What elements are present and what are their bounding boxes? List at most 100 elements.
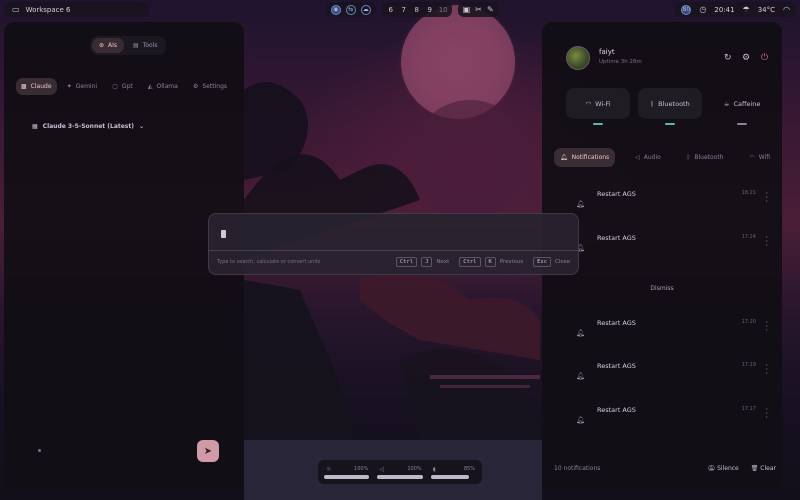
wifi-tab-icon: ◠	[749, 154, 755, 161]
settings-gear-icon[interactable]: ⚙	[742, 53, 750, 63]
brightness-bar[interactable]	[324, 475, 370, 479]
record-icon[interactable]: ▣	[463, 5, 471, 14]
brightness-slider[interactable]: ☼ 100%	[322, 463, 371, 481]
tab-ollama[interactable]: ◭ Ollama	[143, 78, 183, 95]
workspace-label: Workspace 6	[25, 5, 71, 14]
reload-icon[interactable]: ↻	[724, 53, 732, 63]
toggle-caffeine-indicator	[737, 123, 747, 125]
search-placeholder: Type to search, calculate or convert uni…	[217, 259, 321, 265]
trash-icon: 🗑︎	[750, 465, 759, 472]
speaker-icon: ◁	[635, 154, 640, 161]
monitor-icon: ▭	[12, 5, 20, 14]
key-k: K	[484, 257, 496, 267]
avatar	[566, 46, 590, 70]
notification-item[interactable]: 🔔︎ Restart AGS 17:17 · · ·	[570, 406, 770, 438]
mic-slider[interactable]: ◖ 85%	[429, 463, 478, 481]
top-bar: ▭ Workspace 6 ◉ ⇆ ☁ 6 7 8 9 10 ▣ ✂ ✎ 80 …	[0, 0, 800, 19]
tab-bluetooth[interactable]: ᛒ Bluetooth	[681, 148, 730, 167]
volume-slider[interactable]: ◁ 100%	[375, 463, 424, 481]
shortcut-close-label: Close	[555, 259, 570, 265]
brightness-value: 100%	[354, 466, 369, 472]
workspace-6[interactable]: 6	[387, 6, 395, 14]
toggle-wifi-indicator	[593, 123, 603, 125]
model-icon: ▦	[32, 123, 38, 130]
workspace-9[interactable]: 9	[426, 6, 434, 14]
dismiss-button[interactable]: Dismiss	[542, 285, 782, 292]
toggle-caffeine-label: Caffeine	[733, 99, 761, 108]
scissors-icon[interactable]: ✂	[475, 5, 482, 14]
quick-sliders: ☼ 100% ◁ 100% ◖ 85%	[318, 460, 482, 484]
overview-icon[interactable]: ◉	[330, 4, 341, 15]
search-shortcuts: Ctrl J Next Ctrl K Previous Esc Close	[395, 257, 570, 267]
silence-button[interactable]: 🔕︎ Silence	[708, 465, 739, 472]
tab-notifications-label: Notifications	[571, 154, 610, 161]
search-input[interactable]	[221, 230, 226, 238]
toggle-bluetooth[interactable]: ᛒ Bluetooth	[638, 88, 702, 125]
tab-ais[interactable]: ⊛ AIs	[92, 38, 125, 53]
tasks-icon[interactable]: ⇆	[345, 4, 356, 15]
bell-icon: 🔔︎	[576, 329, 585, 337]
notification-time: 17:24	[741, 234, 756, 240]
tab-settings[interactable]: ⚙ Settings	[188, 78, 232, 95]
notification-item[interactable]: 🔔︎ Restart AGS 18:21 · · ·	[570, 190, 770, 222]
workspace-7[interactable]: 7	[400, 6, 408, 14]
attach-indicator[interactable]	[38, 449, 41, 452]
volume-bar[interactable]	[377, 475, 423, 479]
tab-claude-label: Claude	[30, 83, 52, 90]
weather-icon[interactable]: ☁	[360, 4, 371, 15]
wifi-icon: ◠	[585, 99, 592, 108]
quick-toggles: ◠ Wi-Fi ᛒ Bluetooth ☕ Caffeine	[566, 88, 774, 125]
clear-label: Clear	[760, 465, 776, 472]
robot-icon: ⊛	[99, 42, 105, 49]
notification-title: Restart AGS	[597, 319, 636, 327]
tab-bluetooth-label: Bluetooth	[694, 154, 724, 161]
quick-launch: ◉ ⇆ ☁	[325, 2, 376, 17]
toggle-caffeine[interactable]: ☕ Caffeine	[710, 88, 774, 125]
more-icon[interactable]: · · ·	[765, 319, 768, 335]
tab-gemini-label: Gemini	[75, 83, 98, 90]
search-divider	[209, 250, 578, 251]
clear-button[interactable]: 🗑︎ Clear	[751, 465, 776, 472]
toggle-bluetooth-label: Bluetooth	[658, 99, 690, 108]
notification-item[interactable]: 🔔︎ Restart AGS 17:20 · · ·	[570, 319, 770, 351]
status-area: 80 ◷ 20:41 ☂ 34°C ◠	[675, 2, 796, 17]
notification-item[interactable]: 🔔︎ Restart AGS 17:19 · · ·	[570, 362, 770, 394]
workspace-10[interactable]: 10	[439, 6, 448, 14]
workspace-indicator[interactable]: ▭ Workspace 6	[4, 2, 149, 17]
notification-time: 17:20	[741, 319, 756, 325]
tab-audio[interactable]: ◁ Audio	[629, 148, 667, 167]
send-button[interactable]: ➤	[197, 440, 219, 462]
clock-time: 20:41	[714, 5, 735, 14]
volume-icon: ◁	[379, 466, 384, 473]
tab-wifi[interactable]: ◠ Wifi	[743, 148, 776, 167]
mic-bar[interactable]	[430, 475, 469, 479]
bell-icon: 🔔︎	[576, 416, 585, 424]
notification-count: 10 notifications	[554, 465, 601, 472]
tab-audio-label: Audio	[643, 154, 661, 161]
power-icon[interactable]: ⏻	[761, 53, 768, 63]
color-picker-icon[interactable]: ✎	[487, 5, 494, 14]
more-icon[interactable]: · · ·	[765, 362, 768, 378]
model-select[interactable]: ▦ Claude 3-5-Sonnet (Latest) ⌄	[32, 123, 144, 130]
tab-notifications[interactable]: 🔔︎ Notifications	[554, 148, 616, 167]
workspace-8[interactable]: 8	[413, 6, 421, 14]
toggle-wifi[interactable]: ◠ Wi-Fi	[566, 88, 630, 125]
more-icon[interactable]: · · ·	[765, 234, 768, 250]
wifi-status-icon[interactable]: ◠	[783, 5, 790, 14]
coffee-icon: ☕	[723, 99, 730, 108]
uptime: Uptime 3h 28m	[599, 59, 642, 65]
ai-model-tabs: ▩ Claude ✦ Gemini ▢ Gpt ◭ Ollama ⚙ Setti…	[16, 78, 232, 95]
tab-tools[interactable]: ▤ Tools	[126, 38, 164, 53]
workspace-switcher: 6 7 8 9 10	[381, 2, 452, 17]
notification-time: 18:21	[741, 190, 756, 196]
tab-gpt[interactable]: ▢ Gpt	[107, 78, 137, 95]
tab-gemini[interactable]: ✦ Gemini	[62, 78, 102, 95]
tab-claude[interactable]: ▩ Claude	[16, 78, 57, 95]
more-icon[interactable]: · · ·	[765, 406, 768, 422]
notification-item[interactable]: 🔔︎ Restart AGS 17:24 · · ·	[570, 234, 770, 266]
sidebar-tabs: 🔔︎ Notifications ◁ Audio ᛒ Bluetooth ◠ W…	[554, 148, 776, 167]
chat-icon: ▢	[112, 83, 118, 90]
shortcut-next-label: Next	[436, 259, 450, 265]
notification-time: 17:19	[741, 362, 756, 368]
more-icon[interactable]: · · ·	[765, 190, 768, 206]
